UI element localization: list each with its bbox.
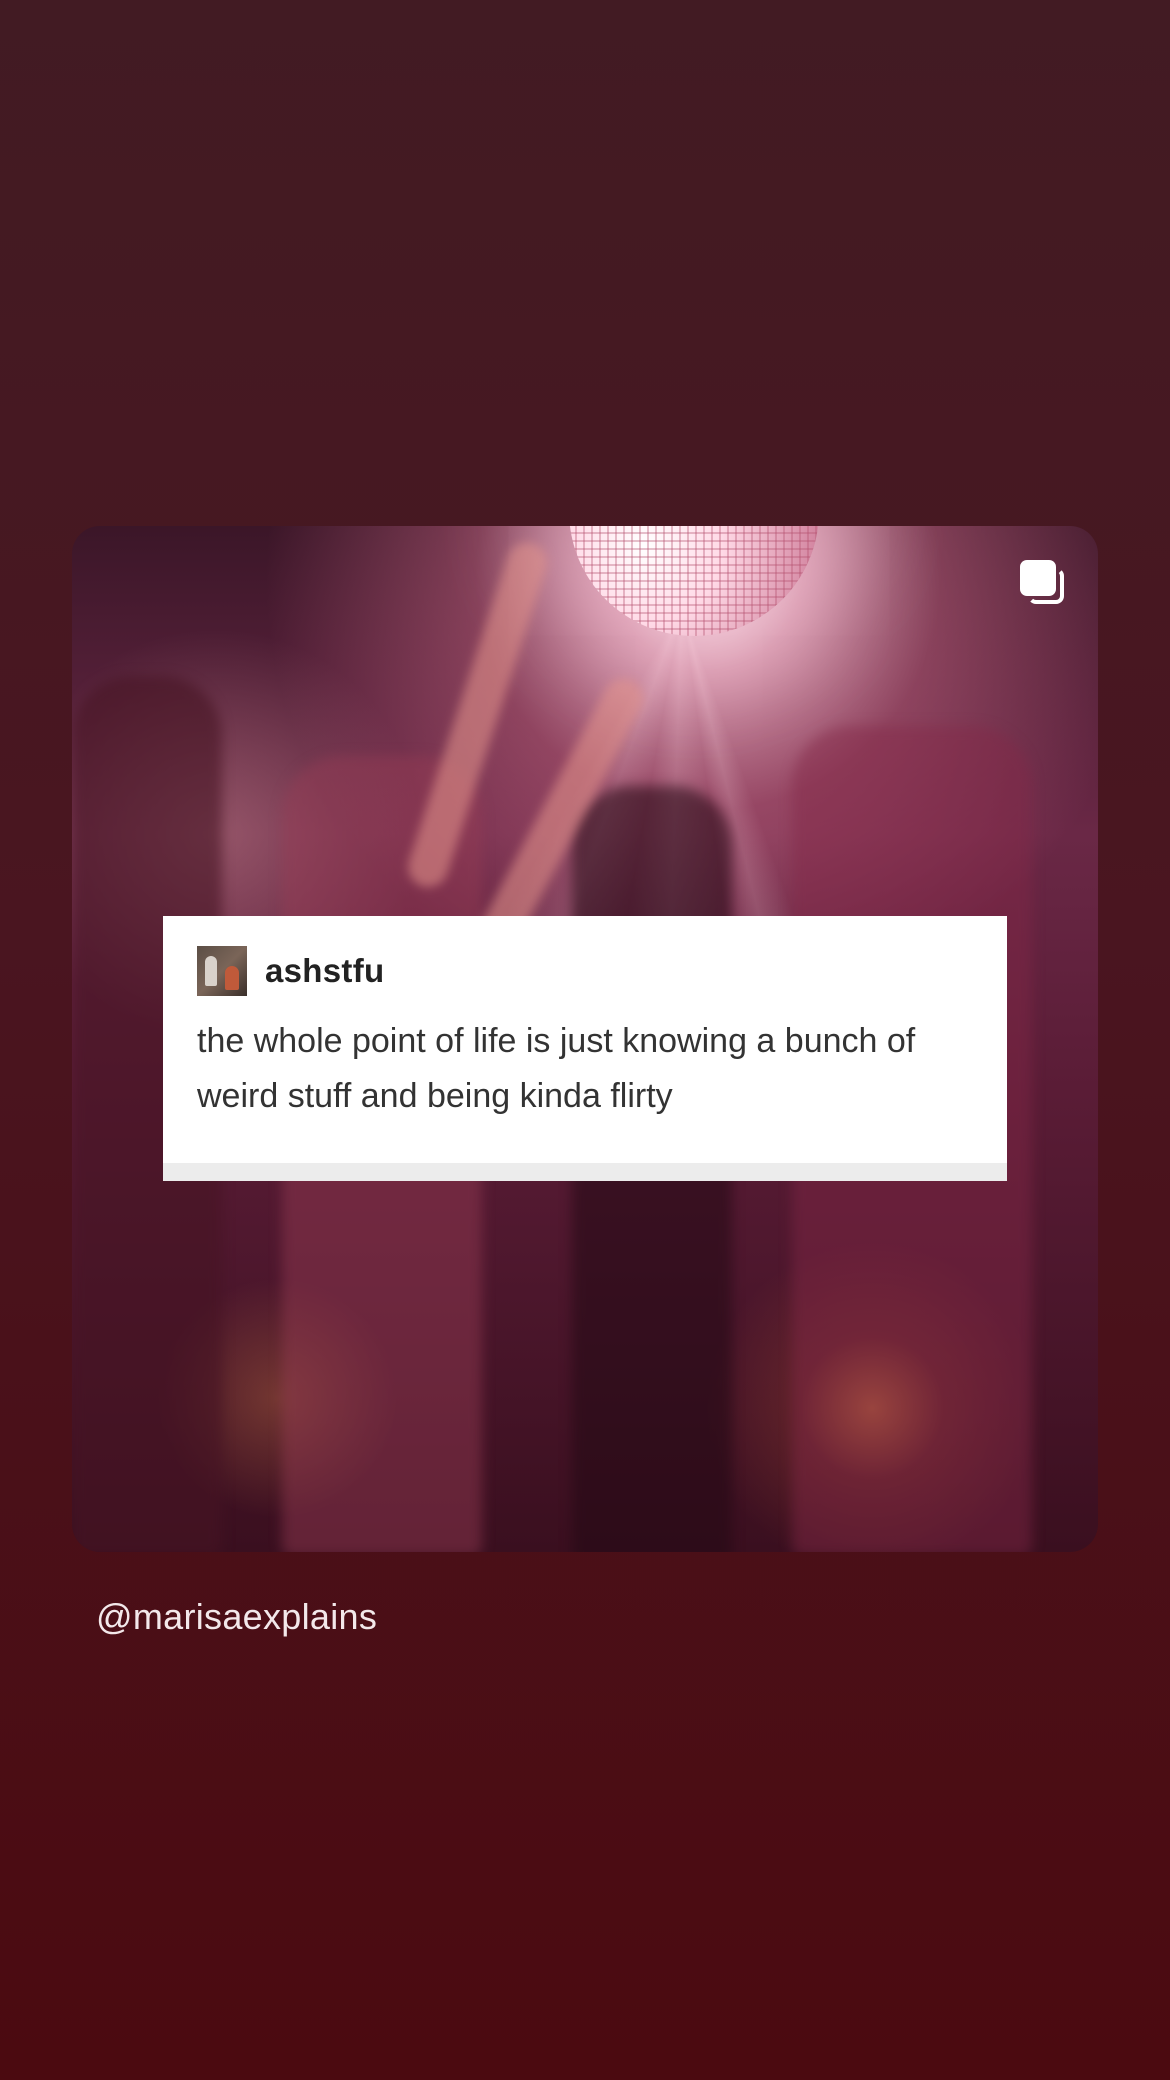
post-footer-bar [163, 1163, 1007, 1181]
creator-handle[interactable]: @marisaexplains [96, 1596, 377, 1638]
post-text: the whole point of life is just knowing … [197, 1022, 916, 1115]
multiple-images-icon[interactable] [1020, 560, 1066, 606]
author-avatar [197, 946, 247, 996]
quoted-post-box: ashstfu the whole point of life is just … [163, 916, 1007, 1181]
post-author-row: ashstfu [197, 946, 973, 996]
author-name: ashstfu [265, 952, 385, 989]
